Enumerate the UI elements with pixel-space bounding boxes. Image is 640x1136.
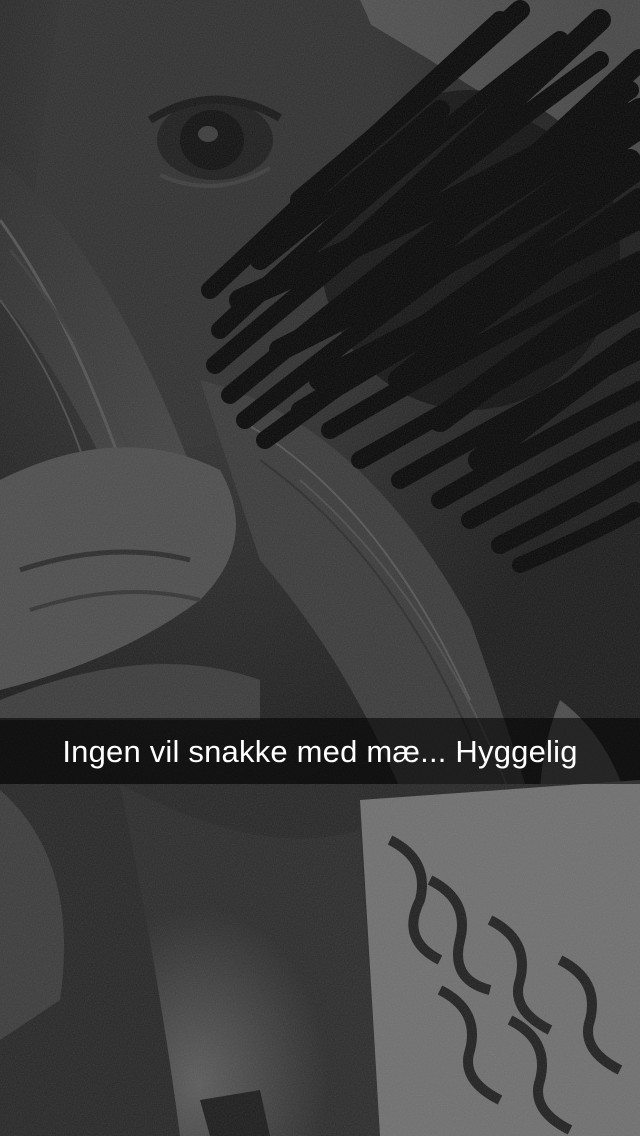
caption-text: Ingen vil snakke med mæ... Hyggelig <box>62 733 578 769</box>
snap-photo[interactable] <box>0 0 640 1136</box>
caption-bar[interactable]: Ingen vil snakke med mæ... Hyggelig <box>0 718 640 784</box>
photo-image <box>0 0 640 1136</box>
